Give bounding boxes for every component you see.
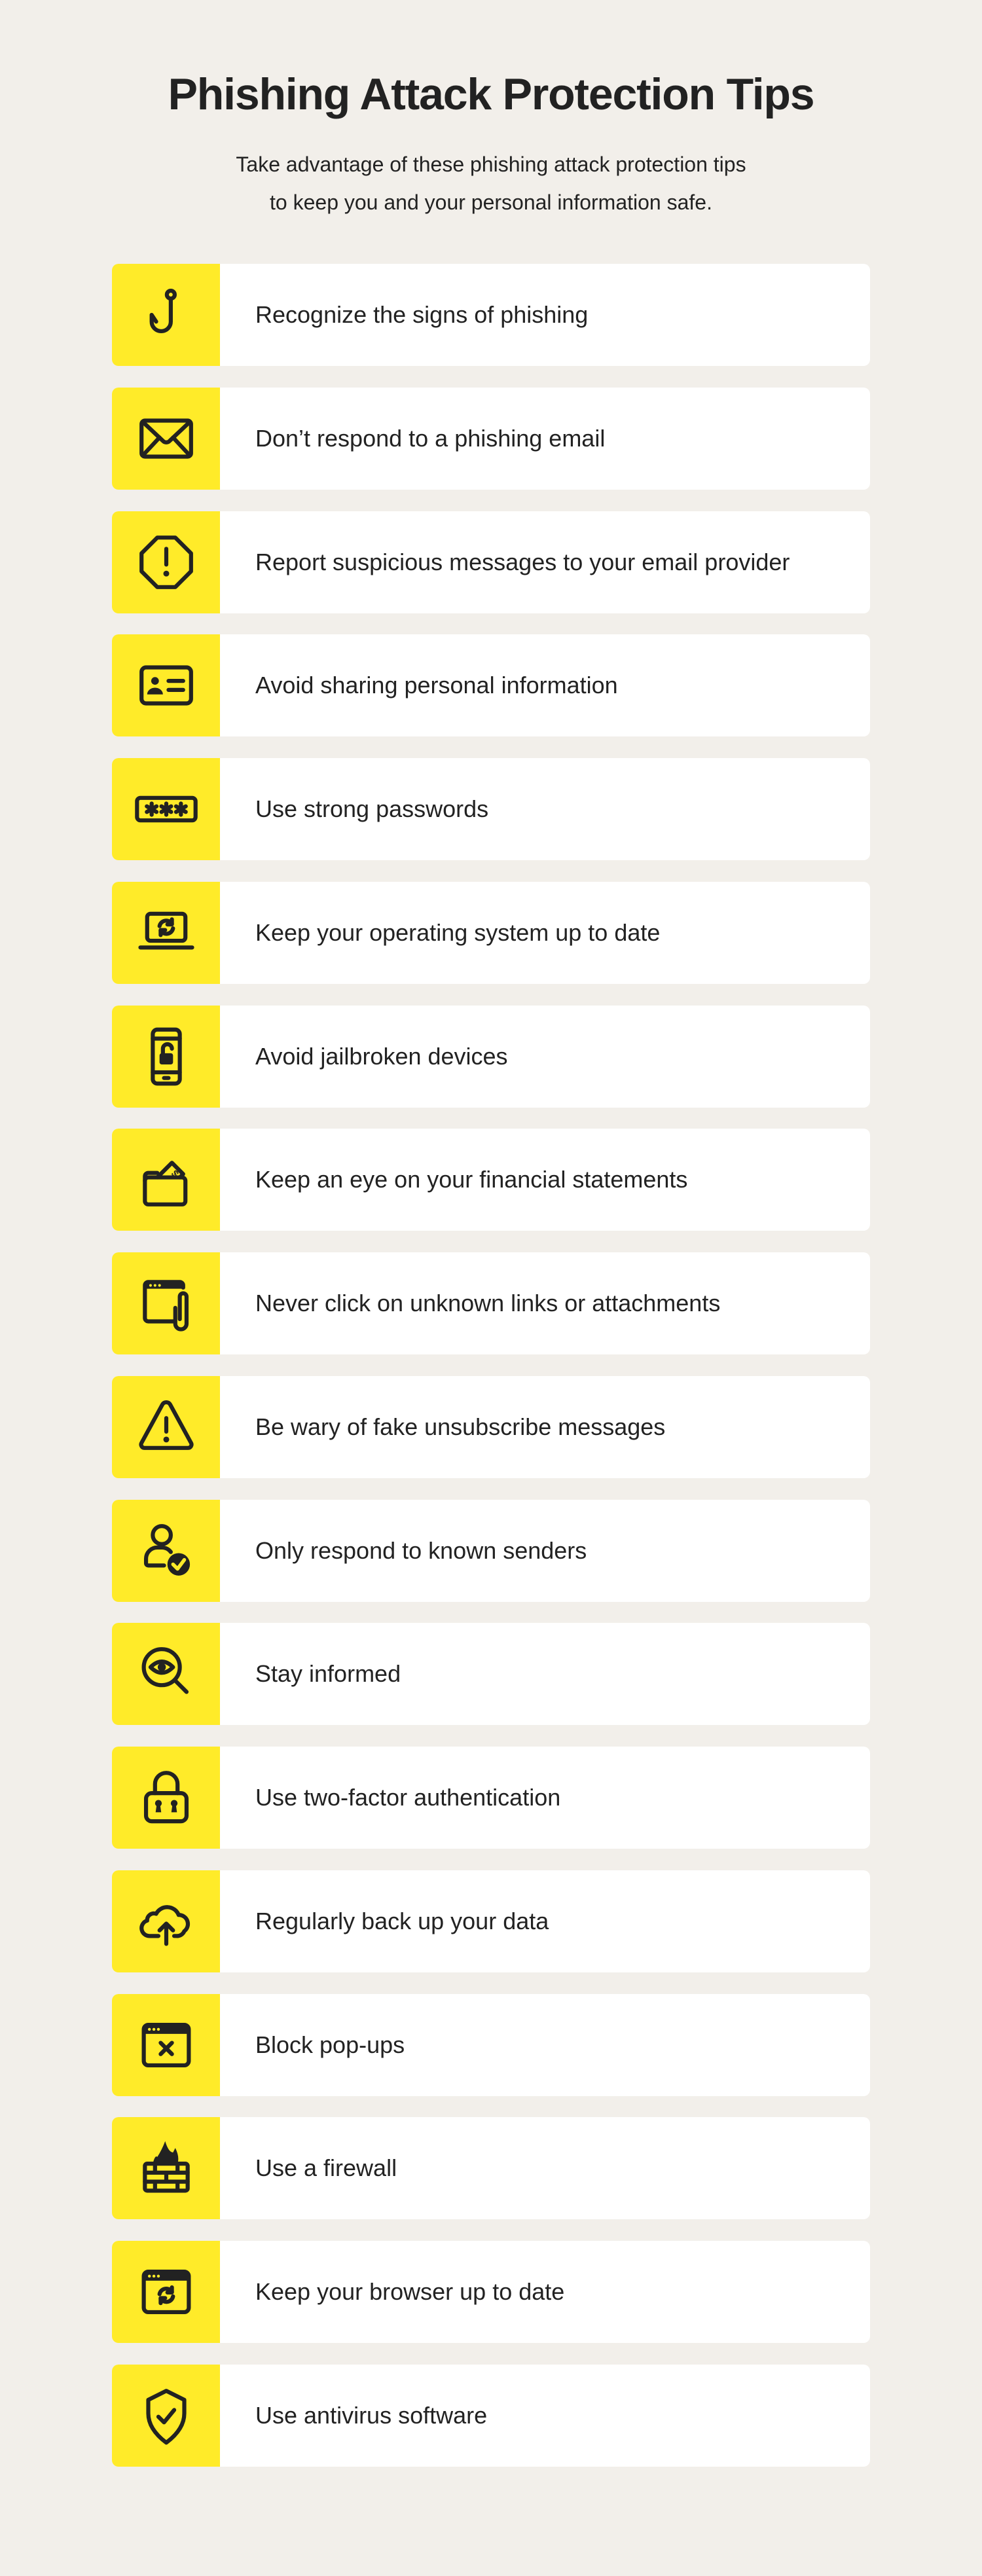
shield-check-icon bbox=[130, 2380, 202, 2452]
tip-item: Keep your operating system up to date bbox=[112, 881, 870, 984]
tip-label: Be wary of fake unsubscribe messages bbox=[255, 1413, 666, 1440]
wallet-money-icon: $ bbox=[130, 1144, 202, 1216]
id-card-icon bbox=[130, 649, 202, 721]
subtitle-line-1: Take advantage of these phishing attack … bbox=[236, 153, 746, 176]
tip-icon-box bbox=[112, 387, 220, 490]
tip-label: Use strong passwords bbox=[255, 795, 489, 822]
tip-icon-box bbox=[112, 1870, 220, 1972]
tip-item: Keep your browser up to date bbox=[112, 2241, 870, 2343]
tip-icon-box bbox=[112, 1499, 220, 1602]
password-field-icon bbox=[130, 773, 202, 845]
tip-icon-box bbox=[112, 2117, 220, 2220]
octagon-alert-icon bbox=[130, 526, 202, 598]
window-attachment-icon bbox=[130, 1267, 202, 1339]
page-title: Phishing Attack Protection Tips bbox=[168, 69, 815, 119]
window-close-icon bbox=[130, 2009, 202, 2081]
tip-item: Use a firewall bbox=[112, 2117, 870, 2220]
laptop-refresh-icon bbox=[130, 897, 202, 969]
tip-label: Only respond to known senders bbox=[255, 1536, 587, 1564]
tip-label: Avoid sharing personal information bbox=[255, 672, 618, 699]
tip-icon-box bbox=[112, 634, 220, 737]
tip-item: Block pop-ups bbox=[112, 1993, 870, 2096]
tip-icon-box bbox=[112, 2364, 220, 2467]
tip-item: Don’t respond to a phishing email bbox=[112, 387, 870, 490]
tip-label: Recognize the signs of phishing bbox=[255, 301, 589, 328]
padlock-double-keyhole-icon bbox=[130, 1762, 202, 1834]
tip-item: Only respond to known senders bbox=[112, 1499, 870, 1602]
phone-unlocked-icon bbox=[130, 1021, 202, 1093]
tip-item: Never click on unknown links or attachme… bbox=[112, 1252, 870, 1354]
tip-item: Use antivirus software bbox=[112, 2364, 870, 2467]
tip-item: Avoid jailbroken devices bbox=[112, 1005, 870, 1108]
tip-label: Keep your browser up to date bbox=[255, 2278, 565, 2305]
tip-item: Avoid sharing personal information bbox=[112, 634, 870, 737]
magnifier-eye-icon bbox=[130, 1638, 202, 1710]
page-subtitle: Take advantage of these phishing attack … bbox=[0, 145, 982, 221]
tip-label: Use antivirus software bbox=[255, 2401, 488, 2429]
tip-item: Regularly back up your data bbox=[112, 1870, 870, 1972]
tip-label: Use two-factor authentication bbox=[255, 1784, 561, 1811]
tip-icon-box bbox=[112, 1005, 220, 1108]
tip-label: Stay informed bbox=[255, 1660, 401, 1688]
subtitle-line-2: to keep you and your personal informatio… bbox=[270, 190, 712, 214]
cloud-upload-icon bbox=[130, 1885, 202, 1957]
tip-item: Be wary of fake unsubscribe messages bbox=[112, 1375, 870, 1478]
tip-icon-box: $ bbox=[112, 1129, 220, 1231]
tip-label: Keep an eye on your financial statements bbox=[255, 1166, 688, 1193]
tip-item: Use two-factor authentication bbox=[112, 1747, 870, 1849]
tip-label: Use a firewall bbox=[255, 2154, 397, 2182]
tip-label: Report suspicious messages to your email… bbox=[255, 548, 790, 575]
tip-label: Avoid jailbroken devices bbox=[255, 1042, 508, 1070]
tip-icon-box bbox=[112, 1747, 220, 1849]
tip-item: Report suspicious messages to your email… bbox=[112, 511, 870, 613]
tip-label: Block pop-ups bbox=[255, 2031, 405, 2058]
tip-label: Never click on unknown links or attachme… bbox=[255, 1290, 721, 1316]
envelope-icon bbox=[130, 403, 202, 475]
fishing-hook-icon bbox=[130, 279, 202, 351]
tip-icon-box bbox=[112, 1375, 220, 1478]
tip-icon-box bbox=[112, 1623, 220, 1726]
tip-item: $ Keep an eye on your financial statement… bbox=[112, 1129, 870, 1231]
tip-label: Don’t respond to a phishing email bbox=[255, 424, 606, 452]
tip-icon-box bbox=[112, 1252, 220, 1354]
user-verified-icon bbox=[130, 1515, 202, 1587]
firewall-icon bbox=[130, 2132, 202, 2204]
tip-icon-box bbox=[112, 881, 220, 984]
tip-label: Keep your operating system up to date bbox=[255, 918, 661, 946]
tip-item: Stay informed bbox=[112, 1623, 870, 1726]
tip-label: Regularly back up your data bbox=[255, 1907, 549, 1934]
browser-refresh-icon bbox=[130, 2256, 202, 2328]
tip-icon-box bbox=[112, 264, 220, 366]
tip-icon-box bbox=[112, 1993, 220, 2096]
tip-item: Use strong passwords bbox=[112, 758, 870, 860]
warning-triangle-icon bbox=[130, 1391, 202, 1463]
tip-icon-box bbox=[112, 2241, 220, 2343]
tip-item: Recognize the signs of phishing bbox=[112, 264, 870, 366]
tip-icon-box bbox=[112, 511, 220, 613]
tip-icon-box bbox=[112, 758, 220, 860]
